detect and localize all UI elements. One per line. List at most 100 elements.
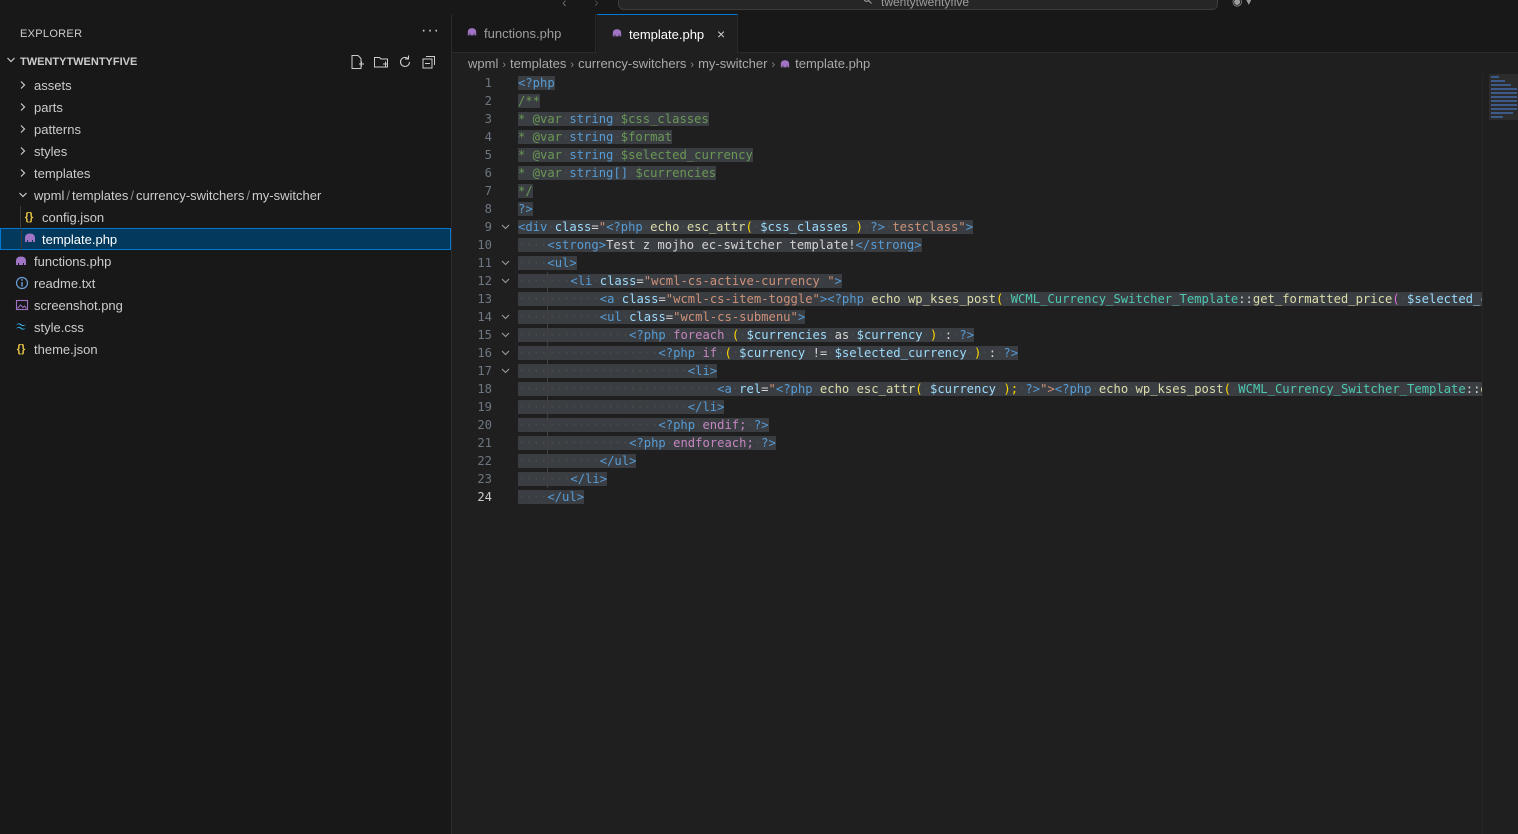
tree-item-label: theme.json xyxy=(34,342,98,357)
code-line: 3 * @var·string·$css_classes xyxy=(452,110,1482,128)
tab-label: template.php xyxy=(629,27,705,42)
code-line: 5 * @var·string·$selected_currency xyxy=(452,146,1482,164)
chevron-right-icon xyxy=(20,103,26,111)
line-number: 20 xyxy=(477,418,492,432)
code-line: 4 * @var·string·$format xyxy=(452,128,1482,146)
line-number: 22 xyxy=(477,454,492,468)
minimap[interactable] xyxy=(1482,74,1518,834)
fold-chevron-icon[interactable] xyxy=(501,313,510,321)
tree-file-template-php[interactable]: template.php xyxy=(0,228,451,250)
code-line: 7 */ xyxy=(452,182,1482,200)
code-editor[interactable]: 1 <?php 2/** 3 * @var·string·$css_classes … xyxy=(452,74,1482,834)
fold-chevron-icon[interactable] xyxy=(501,331,510,339)
code-line: 13 ···········<a·class="wcml-cs-item-togg… xyxy=(452,290,1482,308)
indent-guide xyxy=(20,206,21,228)
command-center-search[interactable]: twentytwentyfive xyxy=(618,0,1218,10)
chevron-right-icon: › xyxy=(690,59,695,71)
breadcrumb-item[interactable]: my-switcher xyxy=(698,56,767,71)
tree-item-label: screenshot.png xyxy=(34,298,123,313)
breadcrumb-item[interactable]: templates xyxy=(510,56,566,71)
info-file-icon xyxy=(15,276,29,290)
tree-folder-parts[interactable]: parts xyxy=(0,96,451,118)
code-line: 18 ···························<a·rel="<?p… xyxy=(452,380,1482,398)
code-line: 11 ····<ul> xyxy=(452,254,1482,272)
breadcrumb-item[interactable]: template.php xyxy=(795,56,870,71)
more-actions-icon[interactable]: ··· xyxy=(421,22,440,40)
line-number: 5 xyxy=(484,148,492,162)
breadcrumb: wpml › templates › currency-switchers › my-swi… xyxy=(468,56,870,74)
editor-tab-bar: functions.php template.php × xyxy=(452,14,1518,53)
editor-area: functions.php template.php × wpml › templa… xyxy=(452,14,1518,834)
chevron-right-icon xyxy=(20,125,26,133)
tree-item-label: patterns xyxy=(34,122,81,137)
minimap-line xyxy=(1491,108,1517,110)
line-number: 14 xyxy=(477,310,492,324)
minimap-line xyxy=(1491,112,1513,114)
tree-folder-patterns[interactable]: patterns xyxy=(0,118,451,140)
indent-guide xyxy=(21,228,22,250)
minimap-line xyxy=(1491,88,1517,90)
tree-file-functions-php[interactable]: functions.php xyxy=(0,250,451,272)
code-line: 17 ·······················<li> xyxy=(452,362,1482,380)
copilot-icon[interactable]: ◉ ▾ xyxy=(1232,0,1252,8)
line-number: 15 xyxy=(477,328,492,342)
image-file-icon xyxy=(15,299,29,311)
line-number: 21 xyxy=(477,436,492,450)
line-number: 8 xyxy=(484,202,492,216)
fold-chevron-icon[interactable] xyxy=(501,223,510,231)
close-icon[interactable]: × xyxy=(717,27,725,41)
tree-item-label: config.json xyxy=(42,210,105,225)
php-file-icon xyxy=(25,233,35,242)
code-line: 20 ···················<?php·endif;·?> xyxy=(452,416,1482,434)
refresh-icon[interactable] xyxy=(397,54,413,70)
tree-item-label: styles xyxy=(34,144,68,159)
tree-file-style-css[interactable]: style.css xyxy=(0,316,451,338)
code-line: 8 ?> xyxy=(452,200,1482,218)
collapse-all-icon[interactable] xyxy=(421,54,437,70)
tree-folder-styles[interactable]: styles xyxy=(0,140,451,162)
breadcrumb-item[interactable]: wpml xyxy=(468,56,498,71)
line-number: 4 xyxy=(484,130,492,144)
line-number: 3 xyxy=(484,112,492,126)
explorer-sidebar: EXPLORER ··· TWENTYTWENTYFIVE assets par… xyxy=(0,14,452,834)
code-line: 12 ·······<li·class="wcml-cs-active-curre… xyxy=(452,272,1482,290)
line-number: 16 xyxy=(477,346,492,360)
fold-chevron-icon[interactable] xyxy=(501,349,510,357)
back-arrow-icon[interactable]: ‹ xyxy=(562,0,567,10)
fold-chevron-icon[interactable] xyxy=(501,367,510,375)
tab-label: functions.php xyxy=(484,26,562,41)
new-file-icon[interactable] xyxy=(349,54,365,70)
php-file-icon xyxy=(612,29,622,37)
breadcrumb-item[interactable]: currency-switchers xyxy=(578,56,686,71)
line-number: 19 xyxy=(477,400,492,414)
line-number: 24 xyxy=(477,490,492,504)
tree-folder-templates[interactable]: templates xyxy=(0,162,451,184)
minimap-line xyxy=(1491,80,1505,82)
tree-file-theme-json[interactable]: {} theme.json xyxy=(0,338,451,360)
tree-item-label: parts xyxy=(34,100,63,115)
fold-chevron-icon[interactable] xyxy=(501,259,510,267)
tab-template-php[interactable]: template.php × xyxy=(597,14,738,53)
code-line: 24 ····</ul> xyxy=(452,488,1482,506)
tab-functions-php[interactable]: functions.php xyxy=(452,14,596,52)
chevron-down-icon xyxy=(19,192,27,198)
chevron-right-icon xyxy=(20,169,26,177)
minimap-line xyxy=(1491,96,1517,98)
workspace-folder-name: TWENTYTWENTYFIVE xyxy=(20,56,138,68)
minimap-line xyxy=(1491,84,1511,86)
tree-file-screenshot-png[interactable]: screenshot.png xyxy=(0,294,451,316)
tree-file-config-json[interactable]: {} config.json xyxy=(0,206,451,228)
compact-folder-path: wpml / templates / currency-switchers / my-swi… xyxy=(34,188,322,203)
new-folder-icon[interactable] xyxy=(373,54,389,70)
forward-arrow-icon[interactable]: › xyxy=(594,0,599,10)
tree-file-readme-txt[interactable]: readme.txt xyxy=(0,272,451,294)
command-center-text: twentytwentyfive xyxy=(881,0,970,9)
chevron-down-icon xyxy=(7,57,15,63)
code-line: 2/** xyxy=(452,92,1482,110)
minimap-line xyxy=(1491,92,1517,94)
line-number: 23 xyxy=(477,472,492,486)
php-file-icon xyxy=(467,28,477,36)
fold-chevron-icon[interactable] xyxy=(501,277,510,285)
tree-folder-wpml-path[interactable]: wpml / templates / currency-switchers / my-swi… xyxy=(0,184,451,206)
tree-folder-assets[interactable]: assets xyxy=(0,74,451,96)
